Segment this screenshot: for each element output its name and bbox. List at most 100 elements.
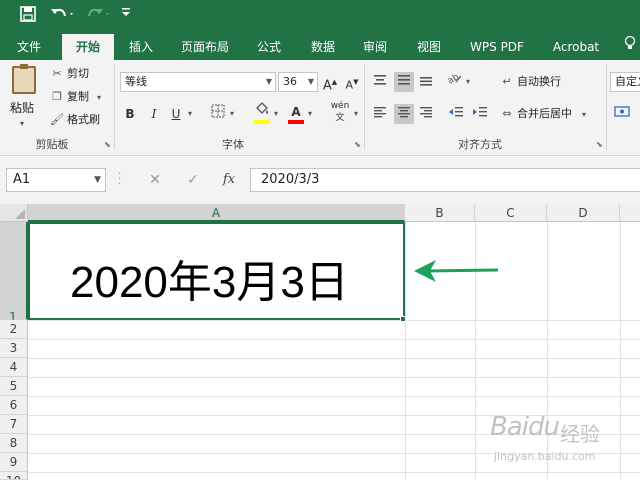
row-header-10[interactable]: 10 (0, 472, 28, 480)
italic-button[interactable]: I (144, 104, 164, 124)
paste-button[interactable]: 粘贴 (10, 100, 34, 116)
chevron-down-icon: ▼ (94, 175, 101, 185)
currency-icon[interactable] (612, 104, 632, 124)
insert-function-icon[interactable]: fx (218, 168, 240, 192)
row-header-9[interactable]: 9 (0, 453, 28, 472)
name-box-value: A1 (13, 172, 31, 187)
save-icon[interactable] (18, 6, 38, 26)
chevron-down-icon: ▼ (307, 77, 314, 86)
tab-wps-pdf[interactable]: WPS PDF (464, 34, 530, 60)
font-name-select[interactable]: 等线 ▼ (120, 72, 276, 92)
row-header-6[interactable]: 6 (0, 396, 28, 415)
align-bottom-icon[interactable] (416, 72, 436, 92)
font-color-icon[interactable]: A (286, 102, 306, 122)
gridline (405, 222, 406, 480)
green-arrow-annotation (414, 260, 499, 282)
number-format-value: 自定义 (615, 75, 640, 88)
align-top-icon[interactable] (370, 72, 390, 92)
formula-bar: A1 ▼ · · · ✕ ✓ fx 2020/3/3 (0, 156, 640, 204)
lightbulb-icon[interactable] (620, 34, 640, 60)
clipboard-launcher-icon[interactable]: ⬊ (104, 140, 111, 149)
row-header-1[interactable]: 1 (0, 222, 28, 324)
orientation-dropdown-icon[interactable]: ▾ (466, 72, 470, 92)
tab-file[interactable]: 文件 (6, 34, 52, 60)
tab-formulas[interactable]: 公式 (246, 34, 292, 60)
tab-insert[interactable]: 插入 (118, 34, 164, 60)
increase-indent-icon[interactable] (470, 104, 490, 124)
tab-page-layout[interactable]: 页面布局 (172, 34, 238, 60)
row-header-2[interactable]: 2 (0, 320, 28, 339)
formula-bar-splitter[interactable]: · · · (118, 170, 121, 190)
row-header-3[interactable]: 3 (0, 339, 28, 358)
align-center-icon[interactable] (394, 104, 414, 124)
tab-data[interactable]: 数据 (300, 34, 346, 60)
redo-icon[interactable] (84, 6, 114, 26)
scissors-icon: ✂ (52, 67, 62, 80)
column-header-d[interactable]: D (547, 204, 620, 222)
borders-dropdown-icon[interactable]: ▾ (230, 104, 234, 124)
borders-icon[interactable] (208, 104, 228, 124)
bold-button[interactable]: B (120, 104, 140, 124)
row-header-8[interactable]: 8 (0, 434, 28, 453)
format-painter-button[interactable]: 🖌 格式刷 (50, 112, 100, 128)
decrease-indent-icon[interactable] (446, 104, 466, 124)
group-divider (606, 64, 607, 150)
paste-dropdown-icon[interactable]: ▾ (20, 116, 24, 132)
align-right-icon[interactable] (416, 104, 436, 124)
phonetic-char: 文 (335, 113, 345, 123)
wrap-text-label: 自动换行 (517, 75, 561, 88)
phonetic-guide-button[interactable]: wén 文 (330, 100, 350, 123)
copy-dropdown-icon[interactable]: ▾ (97, 93, 101, 102)
chevron-down-icon: ▼ (265, 77, 272, 86)
group-divider (114, 64, 115, 150)
tab-home[interactable]: 开始 (62, 34, 114, 60)
align-middle-icon[interactable] (394, 72, 414, 92)
formula-input[interactable]: 2020/3/3 (250, 168, 640, 192)
fill-color-icon[interactable] (252, 102, 272, 122)
fill-handle[interactable] (400, 316, 406, 322)
fill-color-dropdown-icon[interactable]: ▾ (274, 104, 278, 124)
underline-button[interactable]: U (166, 104, 186, 124)
underline-dropdown-icon[interactable]: ▾ (188, 104, 192, 124)
phonetic-label: wén (330, 101, 350, 111)
font-color-dropdown-icon[interactable]: ▾ (308, 104, 312, 124)
merge-center-label: 合并后居中 (517, 107, 572, 120)
column-header-b[interactable]: B (405, 204, 475, 222)
row-header-5[interactable]: 5 (0, 377, 28, 396)
customize-toolbar-icon[interactable] (118, 6, 134, 26)
name-box[interactable]: A1 ▼ (6, 168, 106, 192)
column-header-c[interactable]: C (475, 204, 547, 222)
tab-view[interactable]: 视图 (406, 34, 452, 60)
cut-button[interactable]: ✂ 剪切 (50, 66, 89, 82)
column-header-e[interactable] (620, 204, 640, 222)
wrap-text-icon: ↵ (502, 75, 512, 88)
group-divider (364, 64, 365, 150)
cell-a1[interactable]: 2020年3月3日 (28, 222, 405, 320)
gridline (28, 396, 640, 397)
phonetic-dropdown-icon[interactable]: ▾ (354, 104, 358, 124)
font-launcher-icon[interactable]: ⬊ (354, 140, 361, 149)
wrap-text-button[interactable]: ↵ 自动换行 (500, 74, 561, 90)
grow-font-button[interactable]: A▲ (320, 72, 340, 93)
font-size-select[interactable]: 36 ▼ (278, 72, 318, 92)
paste-icon[interactable] (12, 64, 36, 94)
shrink-font-button[interactable]: A▼ (342, 72, 362, 92)
row-header-4[interactable]: 4 (0, 358, 28, 377)
number-format-select[interactable]: 自定义 (610, 72, 640, 92)
cancel-icon[interactable]: ✕ (144, 168, 166, 192)
merge-dropdown-icon[interactable]: ▾ (582, 110, 586, 119)
column-header-a[interactable]: A (28, 204, 405, 222)
align-left-icon[interactable] (370, 104, 390, 124)
merge-center-button[interactable]: ⇔ 合并后居中 ▾ (500, 106, 586, 123)
orientation-icon[interactable]: ab (444, 70, 464, 90)
alignment-launcher-icon[interactable]: ⬊ (596, 140, 603, 149)
select-all-button[interactable] (0, 204, 28, 222)
row-header-7[interactable]: 7 (0, 415, 28, 434)
enter-icon[interactable]: ✓ (182, 168, 204, 192)
copy-button[interactable]: ❐ 复制 ▾ (50, 89, 101, 106)
tab-acrobat[interactable]: Acrobat (544, 34, 608, 60)
font-name-value: 等线 (125, 75, 147, 88)
tab-review[interactable]: 审阅 (352, 34, 398, 60)
undo-icon[interactable] (48, 6, 78, 26)
gridline (28, 339, 640, 340)
